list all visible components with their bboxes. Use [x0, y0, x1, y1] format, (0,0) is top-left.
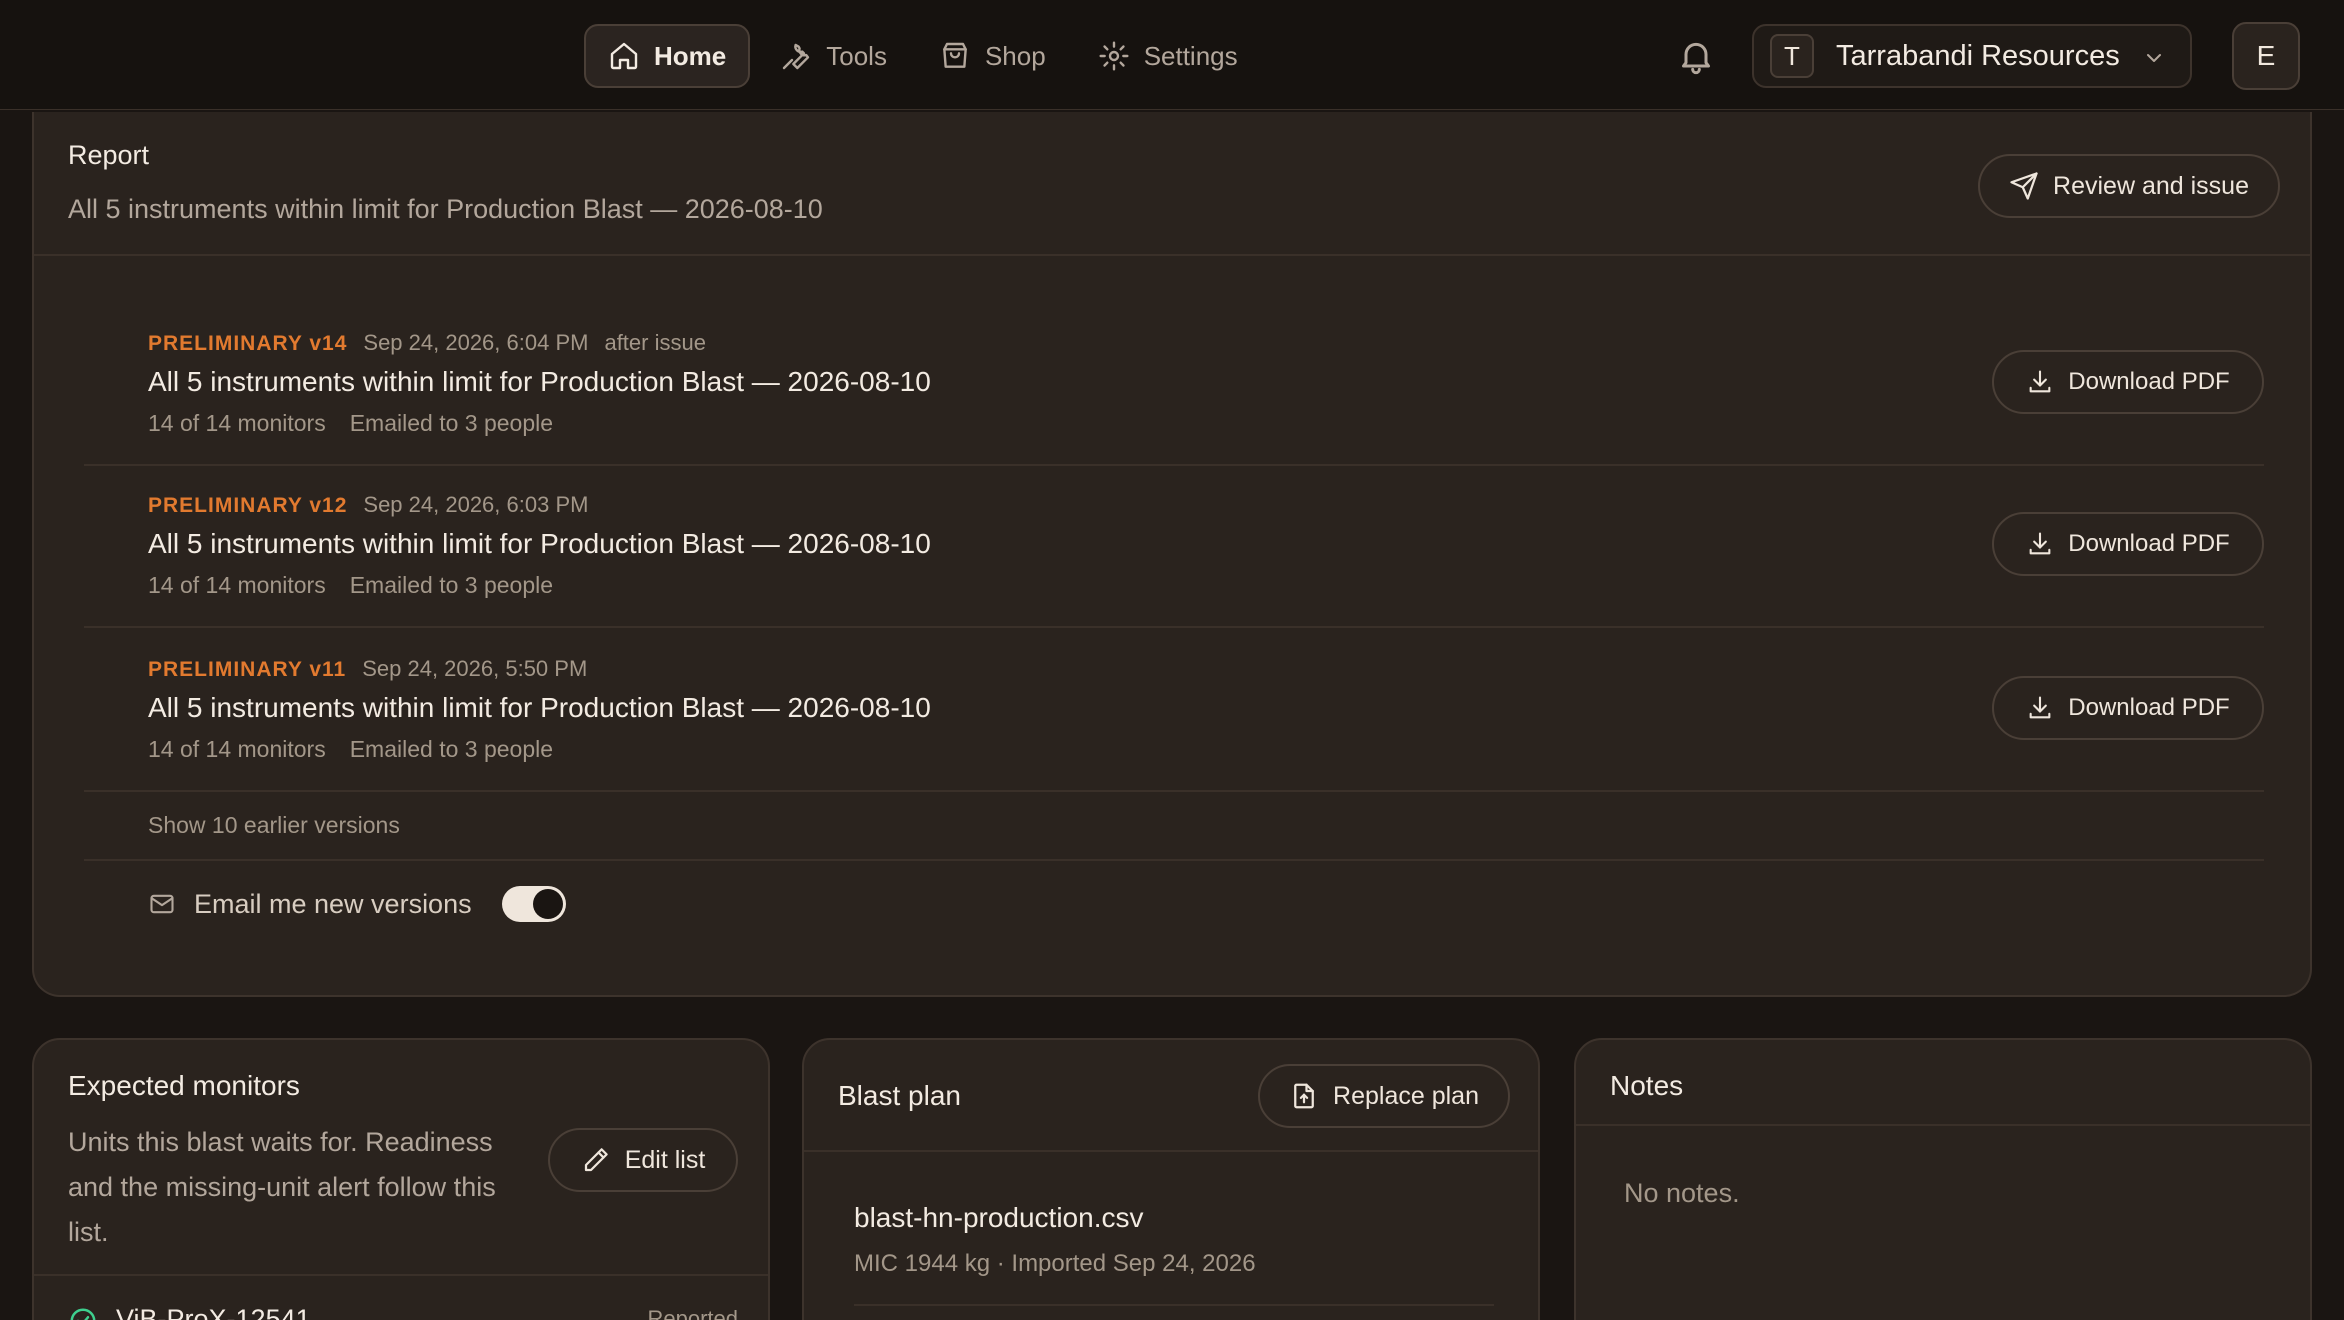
version-note: after issue [604, 330, 706, 355]
divider [34, 254, 2310, 256]
review-and-issue-label: Review and issue [2053, 171, 2249, 200]
divider [84, 859, 2264, 861]
organization-switcher[interactable]: T Tarrabandi Resources [1752, 24, 2192, 88]
notes-card: Notes No notes. [1574, 1038, 2312, 1320]
version-row: PRELIMINARY v14 Sep 24, 2026, 6:04 PM af… [84, 304, 2264, 466]
divider [1576, 1124, 2310, 1126]
version-meta: PRELIMINARY v12 Sep 24, 2026, 6:03 PM [148, 492, 604, 518]
expected-monitors-card: Expected monitors Units this blast waits… [32, 1038, 770, 1320]
edit-list-button[interactable]: Edit list [548, 1128, 738, 1192]
blast-plan-card: Blast plan Replace plan blast-hn-product… [802, 1038, 1540, 1320]
plan-file-meta: MIC 1944 kg · Imported Sep 24, 2026 [854, 1250, 1256, 1277]
nav-tools[interactable]: Tools [758, 24, 909, 88]
version-monitors: 14 of 14 monitors [148, 572, 326, 598]
divider [34, 1274, 768, 1276]
version-monitors: 14 of 14 monitors [148, 410, 326, 436]
replace-plan-button[interactable]: Replace plan [1258, 1064, 1510, 1128]
email-new-versions-toggle[interactable] [501, 886, 566, 922]
divider [854, 1304, 1494, 1306]
download-pdf-button[interactable]: Download PDF [1992, 676, 2264, 740]
version-row: PRELIMINARY v12 Sep 24, 2026, 6:03 PM Al… [84, 466, 2264, 628]
edit-list-label: Edit list [624, 1145, 706, 1174]
report-subtitle: All 5 instruments within limit for Produ… [68, 194, 823, 224]
version-monitors: 14 of 14 monitors [148, 736, 326, 762]
nav-shop-label: Shop [984, 40, 1046, 71]
home-icon [610, 42, 638, 70]
mail-icon [150, 894, 174, 914]
version-tag: PRELIMINARY v14 [148, 332, 348, 355]
download-pdf-button[interactable]: Download PDF [1992, 350, 2264, 414]
nav-tools-label: Tools [826, 40, 887, 71]
download-icon [2029, 696, 2051, 719]
main-nav: Home Tools Shop Settings [584, 24, 1260, 88]
download-pdf-button[interactable]: Download PDF [1992, 512, 2264, 576]
chevron-down-icon [2147, 54, 2161, 62]
wrench-icon [783, 43, 810, 70]
download-pdf-label: Download PDF [2068, 530, 2230, 557]
version-footer: 14 of 14 monitors Emailed to 3 people [148, 572, 553, 599]
bell-icon[interactable] [1676, 36, 1716, 76]
version-emailed: Emailed to 3 people [349, 736, 554, 762]
email-new-versions-row: Email me new versions [148, 886, 566, 922]
notes-empty-text: No notes. [1624, 1178, 1740, 1208]
nav-home[interactable]: Home [584, 24, 751, 88]
monitor-status: Reported [647, 1306, 738, 1320]
plan-file-name[interactable]: blast-hn-production.csv [854, 1202, 1143, 1234]
review-and-issue-button[interactable]: Review and issue [1978, 154, 2280, 218]
top-navigation-bar: Home Tools Shop Settings T Tarrabandi Re… [0, 0, 2344, 110]
email-new-versions-label: Email me new versions [194, 888, 472, 919]
version-title: All 5 instruments within limit for Produ… [148, 366, 931, 397]
send-icon [2010, 172, 2038, 200]
check-circle-icon [70, 1308, 96, 1320]
toggle-knob [532, 889, 563, 919]
nav-settings[interactable]: Settings [1076, 24, 1260, 88]
monitor-name: ViB-ProX-12541 [116, 1304, 311, 1320]
report-card: Report All 5 instruments within limit fo… [32, 112, 2312, 997]
download-pdf-label: Download PDF [2068, 694, 2230, 721]
nav-settings-label: Settings [1143, 40, 1238, 71]
nav-shop[interactable]: Shop [917, 24, 1068, 88]
download-icon [2029, 532, 2051, 555]
monitor-row[interactable]: ViB-ProX-12541 Reported [68, 1302, 738, 1320]
file-upload-icon [1294, 1083, 1314, 1109]
divider [804, 1150, 1538, 1152]
download-icon [2029, 370, 2051, 393]
nav-home-label: Home [654, 40, 727, 71]
version-footer: 14 of 14 monitors Emailed to 3 people [148, 410, 553, 437]
download-pdf-label: Download PDF [2068, 368, 2230, 395]
notes-title: Notes [1610, 1070, 1684, 1101]
shopping-bag-icon [943, 42, 967, 68]
gear-icon [1099, 41, 1129, 71]
report-title: Report [68, 140, 150, 170]
blast-plan-title: Blast plan [838, 1080, 961, 1111]
org-initial-badge: T [1770, 34, 1814, 78]
version-title: All 5 instruments within limit for Produ… [148, 692, 931, 723]
user-avatar[interactable]: E [2232, 22, 2300, 90]
pencil-icon [584, 1148, 608, 1172]
version-emailed: Emailed to 3 people [349, 572, 554, 598]
version-meta: PRELIMINARY v14 Sep 24, 2026, 6:04 PM af… [148, 330, 706, 356]
version-title: All 5 instruments within limit for Produ… [148, 528, 931, 559]
version-timestamp: Sep 24, 2026, 6:04 PM [363, 330, 589, 355]
show-earlier-versions-link[interactable]: Show 10 earlier versions [148, 812, 400, 839]
version-timestamp: Sep 24, 2026, 6:03 PM [363, 492, 589, 517]
version-timestamp: Sep 24, 2026, 5:50 PM [362, 656, 588, 681]
version-row: PRELIMINARY v11 Sep 24, 2026, 5:50 PM Al… [84, 630, 2264, 792]
version-tag: PRELIMINARY v12 [148, 494, 348, 517]
version-tag: PRELIMINARY v11 [148, 658, 347, 681]
expected-monitors-description: Units this blast waits for. Readiness an… [68, 1127, 496, 1247]
org-name: Tarrabandi Resources [1836, 39, 2120, 72]
version-emailed: Emailed to 3 people [349, 410, 554, 436]
expected-monitors-title: Expected monitors [68, 1070, 300, 1101]
version-footer: 14 of 14 monitors Emailed to 3 people [148, 736, 553, 763]
version-meta: PRELIMINARY v11 Sep 24, 2026, 5:50 PM [148, 656, 603, 682]
replace-plan-label: Replace plan [1333, 1081, 1479, 1110]
